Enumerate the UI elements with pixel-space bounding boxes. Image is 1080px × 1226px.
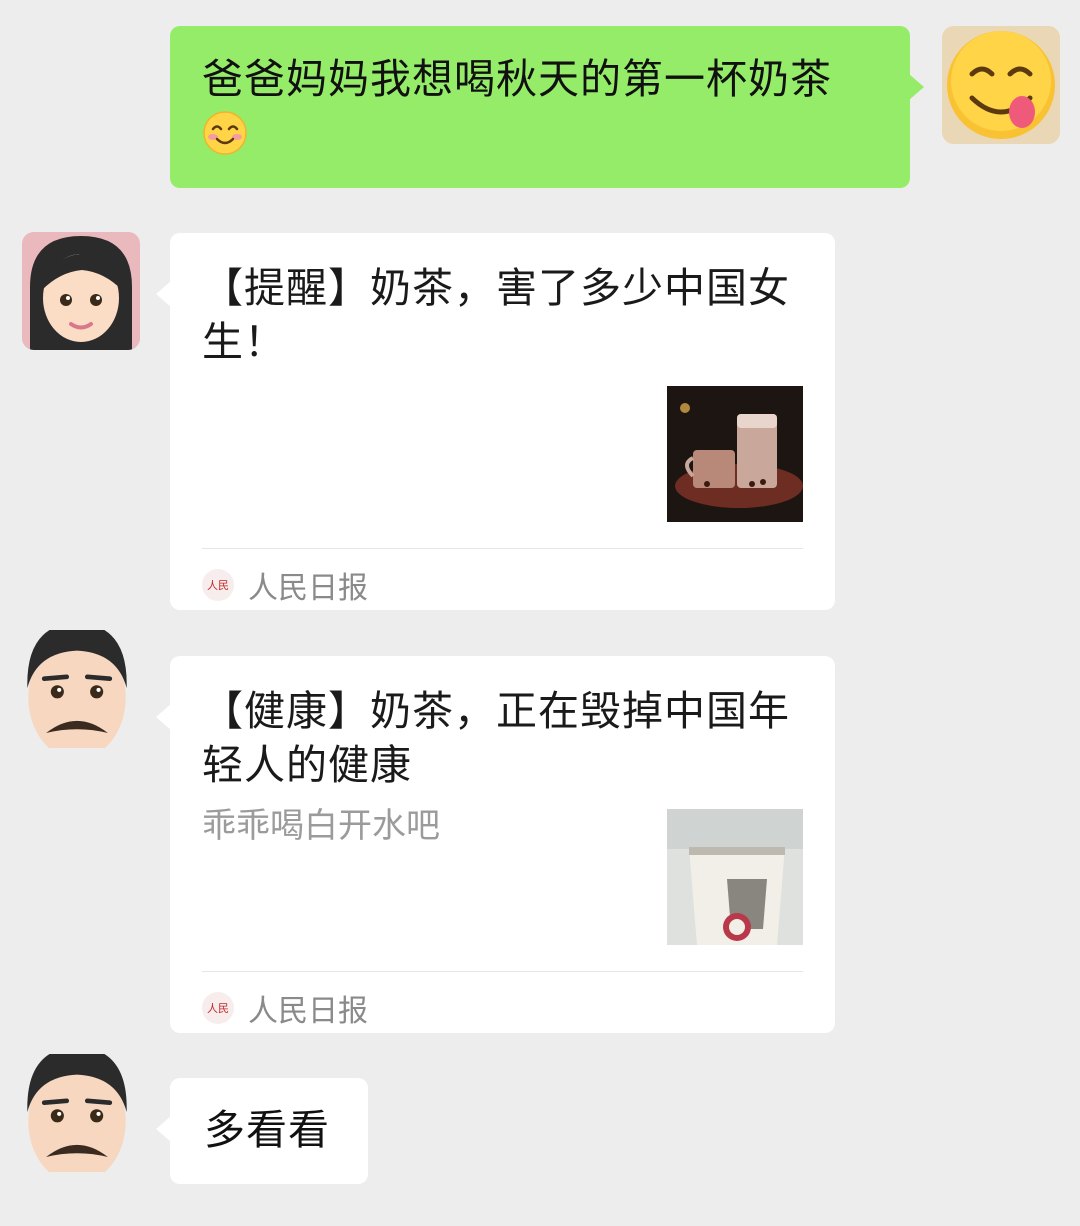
- my-avatar[interactable]: [942, 26, 1060, 144]
- milk-tea-cup-photo-icon: [667, 809, 803, 945]
- sent-message-bubble[interactable]: 爸爸妈妈我想喝秋天的第一杯奶茶: [170, 26, 924, 188]
- article-description: 乖乖喝白开水吧: [202, 806, 440, 846]
- bubble-tail: [156, 704, 171, 730]
- article-title: 【健康】奶茶，正在毁掉中国年轻人的健康: [202, 687, 790, 789]
- bubble-tail: [156, 281, 171, 307]
- source-name: 人民日报: [248, 994, 368, 1029]
- article-title: 【提醒】奶茶，害了多少中国女生！: [202, 264, 790, 366]
- bubble-tail: [156, 1116, 171, 1142]
- dad-avatar[interactable]: [18, 630, 136, 748]
- article-card[interactable]: 【提醒】奶茶，害了多少中国女生！ 人民 人民日报: [156, 233, 835, 610]
- card-divider: [202, 548, 803, 549]
- chat-window: 爸爸妈妈我想喝秋天的第一杯奶茶 【提醒】奶茶，害了多少中国女生！ 人民 人民日报…: [0, 0, 1080, 1226]
- received-message-bubble[interactable]: 多看看: [156, 1078, 368, 1184]
- yum-face-icon: [942, 26, 1060, 144]
- man-mustache-emoji-icon: [27, 1054, 127, 1172]
- article-card[interactable]: 【健康】奶茶，正在毁掉中国年轻人的健康 乖乖喝白开水吧 人民 人民日报: [156, 656, 835, 1033]
- article-source: 人民 人民日报: [202, 986, 368, 1030]
- milk-tea-photo-icon: [667, 386, 803, 522]
- article-source: 人民 人民日报: [202, 563, 368, 607]
- article-thumbnail: [667, 809, 803, 945]
- woman-emoji-icon: [22, 232, 140, 350]
- mom-avatar[interactable]: [22, 232, 140, 350]
- man-mustache-emoji-icon: [27, 630, 127, 748]
- message-text: 多看看: [204, 1106, 330, 1154]
- dad-avatar[interactable]: [18, 1054, 136, 1172]
- message-text: 爸爸妈妈我想喝秋天的第一杯奶茶: [202, 52, 880, 169]
- people-daily-logo-icon: 人民: [202, 569, 234, 601]
- source-name: 人民日报: [248, 571, 368, 606]
- bubble-tail: [909, 74, 924, 100]
- article-thumbnail: [667, 386, 803, 522]
- blush-emoji-icon: [202, 110, 248, 169]
- card-divider: [202, 971, 803, 972]
- people-daily-logo-icon: 人民: [202, 992, 234, 1024]
